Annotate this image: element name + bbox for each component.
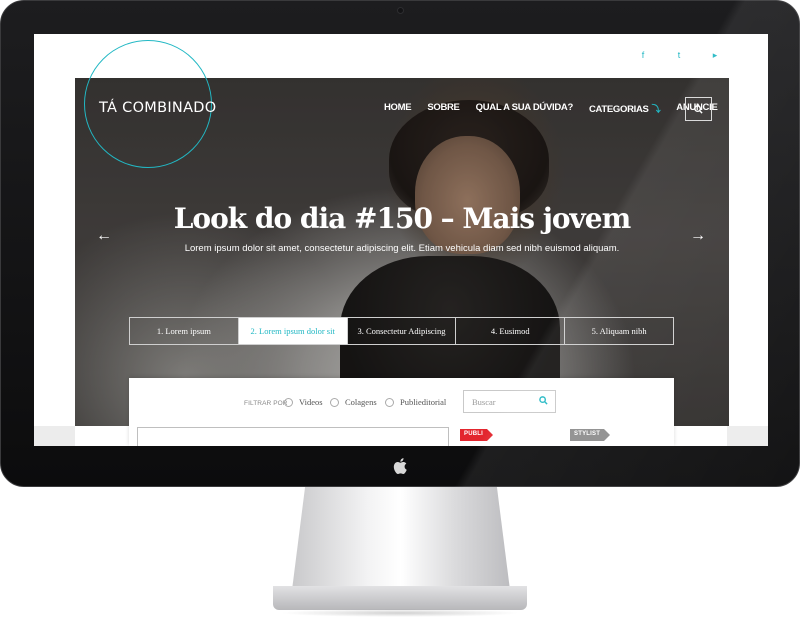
radio-icon [385,397,394,407]
filter-option-colagens[interactable]: Colagens [330,397,377,407]
page-background-left [34,426,75,446]
play-icon[interactable]: ▸ [710,50,720,60]
slider-tab-5[interactable]: 5. Aliquam nibh [565,318,673,344]
monitor-bezel: f t ▸ TÁ COMBINADO HOME SOBRE QUAL A SUA… [0,0,800,487]
nav-qual-a-sua-duvida[interactable]: QUAL A SUA DÚVIDA? [468,102,581,115]
monitor-stand-shadow [280,609,520,617]
nav-home[interactable]: HOME [376,102,419,115]
slider-tab-4[interactable]: 4. Eusimod [456,318,566,344]
radio-icon [330,397,339,407]
filter-option-label: Videos [299,397,323,407]
monitor-stand-base [273,586,527,610]
search-placeholder: Buscar [472,397,496,407]
slider-tab-3[interactable]: 3. Consectetur Adipiscing [348,318,457,344]
slider-tab-1[interactable]: 1. Lorem ipsum [130,318,239,344]
slider-tab-2[interactable]: 2. Lorem ipsum dolor sit [238,318,348,344]
page-background-right [727,426,768,446]
filter-option-label: Publieditorial [400,397,447,407]
nav-sobre[interactable]: SOBRE [419,102,467,115]
twitter-icon[interactable]: t [674,50,684,60]
logo[interactable]: TÁ COMBINADO [99,100,216,116]
hero-subtitle: Lorem ipsum dolor sit amet, consectetur … [184,243,620,254]
filter-option-videos[interactable]: Videos [284,397,323,407]
radio-icon [284,397,293,407]
publi-tag: PUBLI [460,429,493,441]
slider-tabs: 1. Lorem ipsum 2. Lorem ipsum dolor sit … [129,317,674,345]
apple-logo-icon [393,458,407,474]
camera [397,7,404,14]
search-icon [694,104,703,114]
search-input[interactable]: Buscar [463,390,556,413]
facebook-icon[interactable]: f [638,50,648,60]
chevron-down-icon: ⤵ [651,104,661,114]
social-links: f t ▸ [638,50,720,60]
stylist-tag: STYLIST [570,429,611,441]
filter-option-label: Colagens [345,397,377,407]
monitor-stand-neck [292,487,510,591]
search-button[interactable] [685,97,712,121]
filter-panel: FILTRAR POR Videos Colagens Publieditori… [129,378,674,446]
search-icon [539,396,548,405]
hero-title[interactable]: Look do dia #150 – Mais jovem [75,202,729,235]
screen: f t ▸ TÁ COMBINADO HOME SOBRE QUAL A SUA… [34,34,768,446]
filter-option-publieditorial[interactable]: Publieditorial [385,397,446,407]
nav-categorias[interactable]: CATEGORIAS ⤵ [581,102,668,115]
nav-contato[interactable]: CONTATO [725,102,768,115]
post-card[interactable] [137,427,449,446]
filter-label: FILTRAR POR [244,400,288,407]
nav-categorias-label: CATEGORIAS [588,104,649,115]
